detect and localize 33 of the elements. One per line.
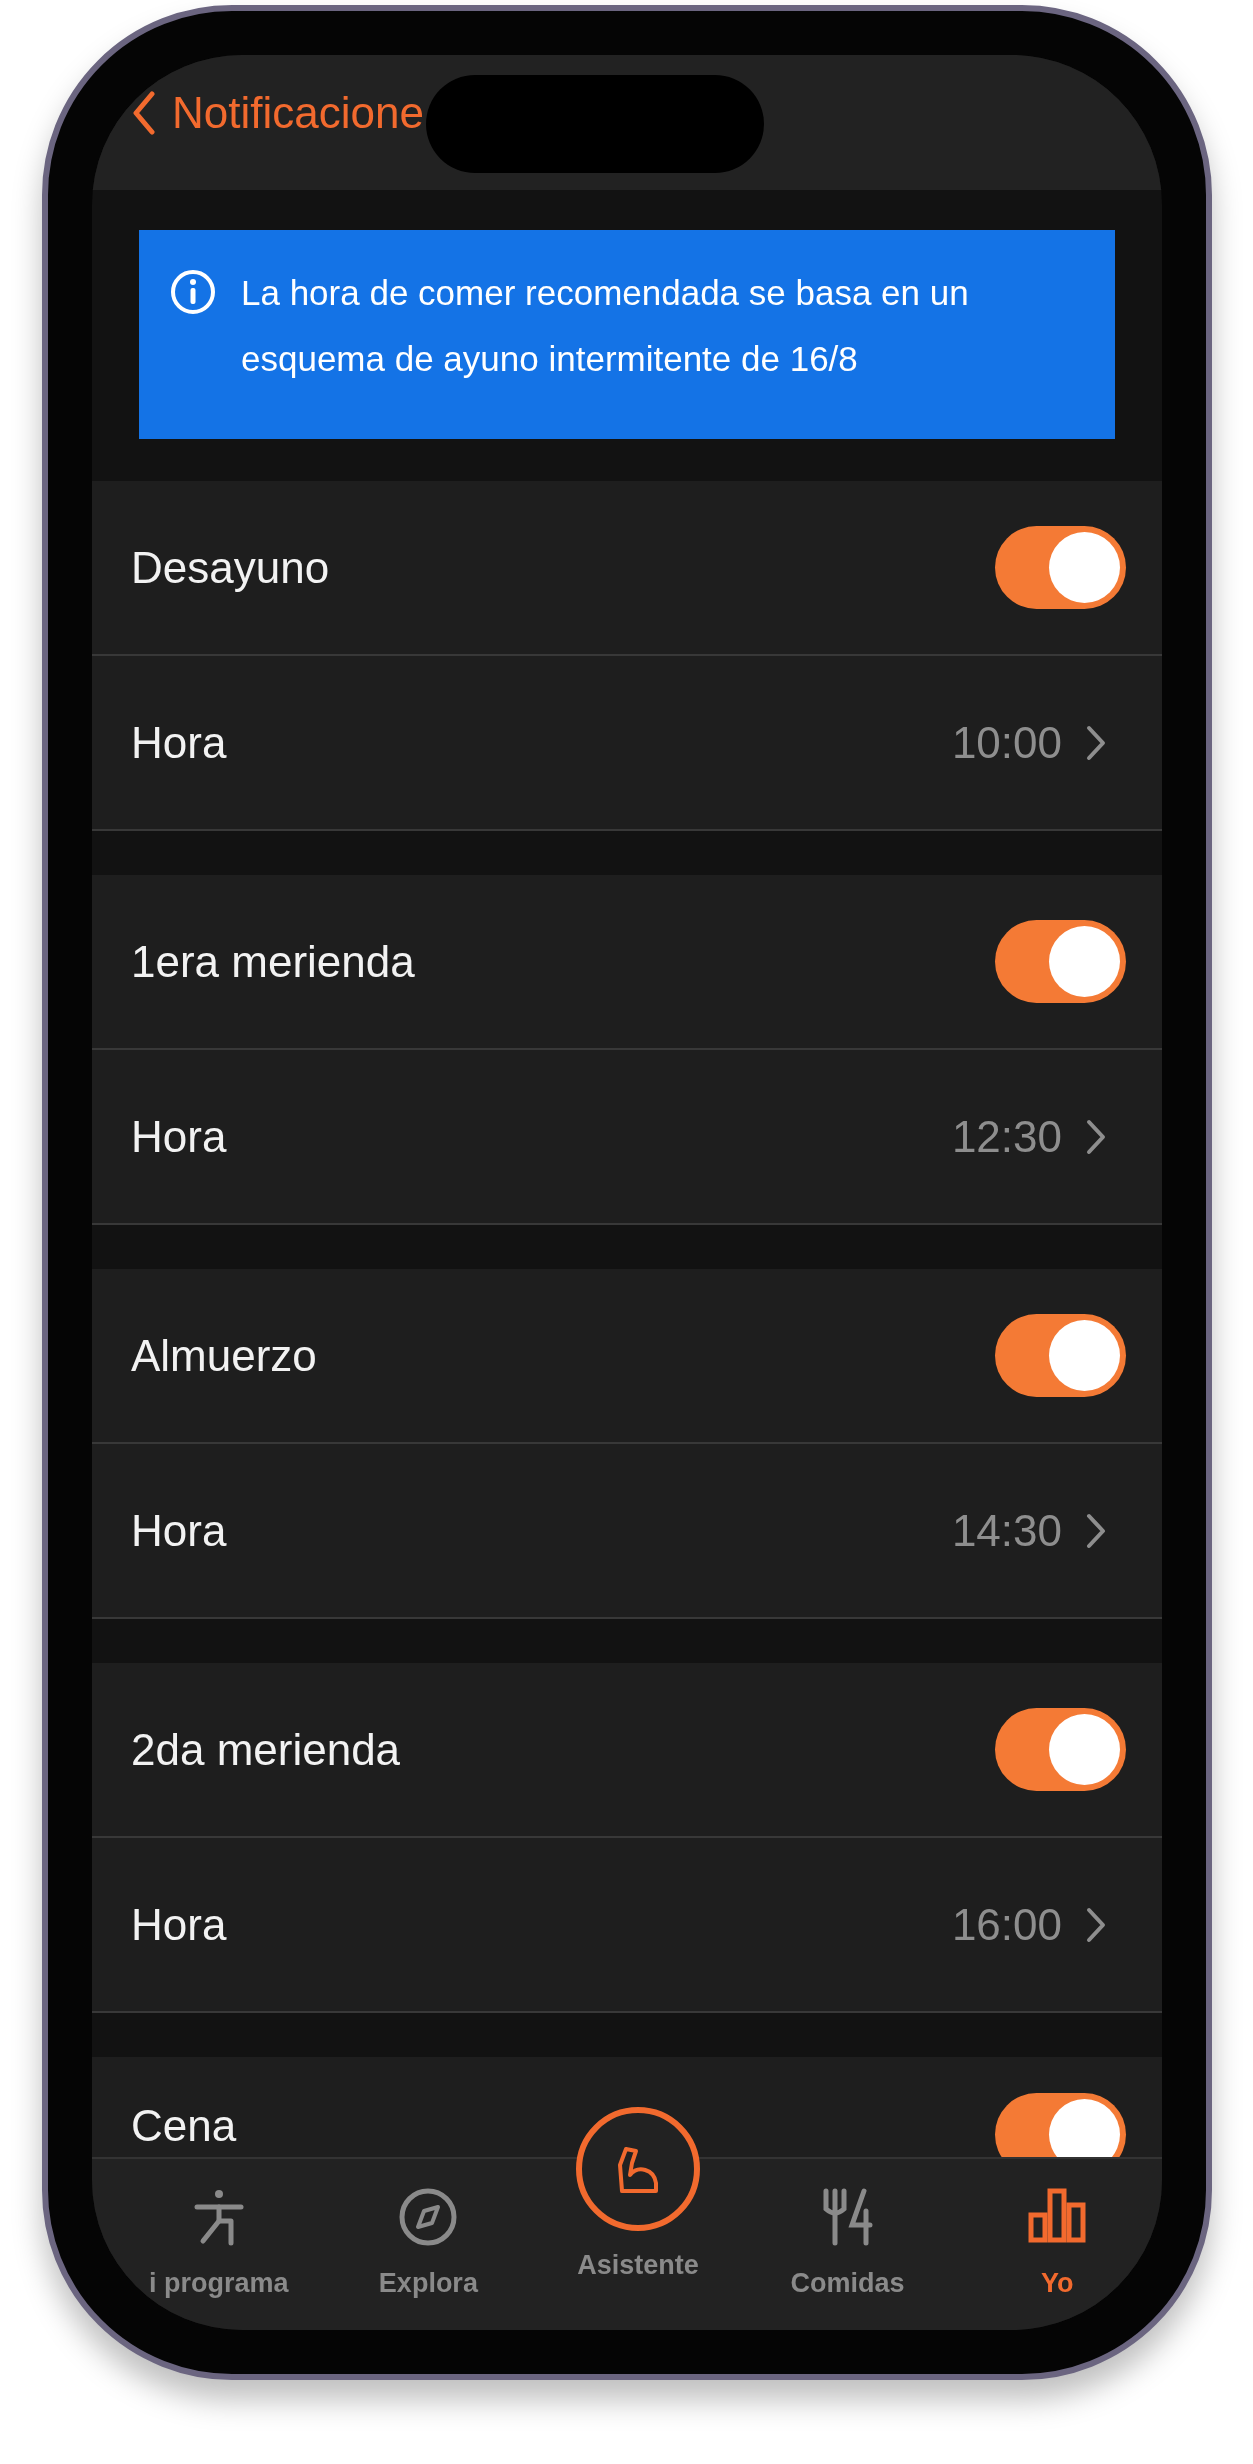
time-label: Hora [131, 1898, 227, 1951]
time-row[interactable]: Hora 12:30 [92, 1050, 1162, 1225]
time-value: 12:30 [951, 1110, 1062, 1163]
back-button[interactable]: Notificacione [132, 91, 424, 135]
time-value: 16:00 [951, 1898, 1062, 1951]
tab-button[interactable]: Yo [952, 2159, 1162, 2330]
tab-button[interactable]: i programa [114, 2159, 324, 2330]
compass-icon [398, 2187, 459, 2247]
meal-label: Almuerzo [131, 1329, 317, 1382]
chevron-right-icon [1086, 1512, 1106, 1549]
meal-label: Desayuno [131, 541, 330, 594]
info-text: La hora de comer recomendada se basa en un esquema de ayuno intermitente de 16/8 [241, 272, 970, 380]
time-value: 14:30 [951, 1504, 1062, 1557]
meal-label: Cena [131, 2100, 237, 2152]
toggle-switch[interactable] [995, 2093, 1126, 2157]
back-icon [132, 91, 156, 135]
tab-button[interactable]: Explora [323, 2159, 534, 2330]
time-row[interactable]: Hora 14:30 [92, 1444, 1162, 1619]
chevron-right-icon [1086, 1906, 1106, 1943]
bar-chart-icon [1027, 2187, 1088, 2243]
time-row[interactable]: Hora 10:00 [92, 656, 1162, 831]
tab-label: Asistente [577, 2249, 699, 2282]
meal-label: 1era merienda [131, 935, 415, 988]
info-icon [169, 268, 217, 316]
time-row[interactable]: Hora 16:00 [92, 1838, 1162, 2013]
time-value: 10:00 [951, 716, 1062, 769]
meal-label: 2da merienda [131, 1723, 401, 1776]
time-label: Hora [131, 716, 227, 769]
time-label: Hora [131, 1110, 227, 1163]
chevron-right-icon [1086, 724, 1106, 761]
chevron-right-icon [1086, 1118, 1106, 1155]
time-label: Hora [131, 1504, 227, 1557]
tab-button[interactable]: Comidas [742, 2159, 953, 2330]
